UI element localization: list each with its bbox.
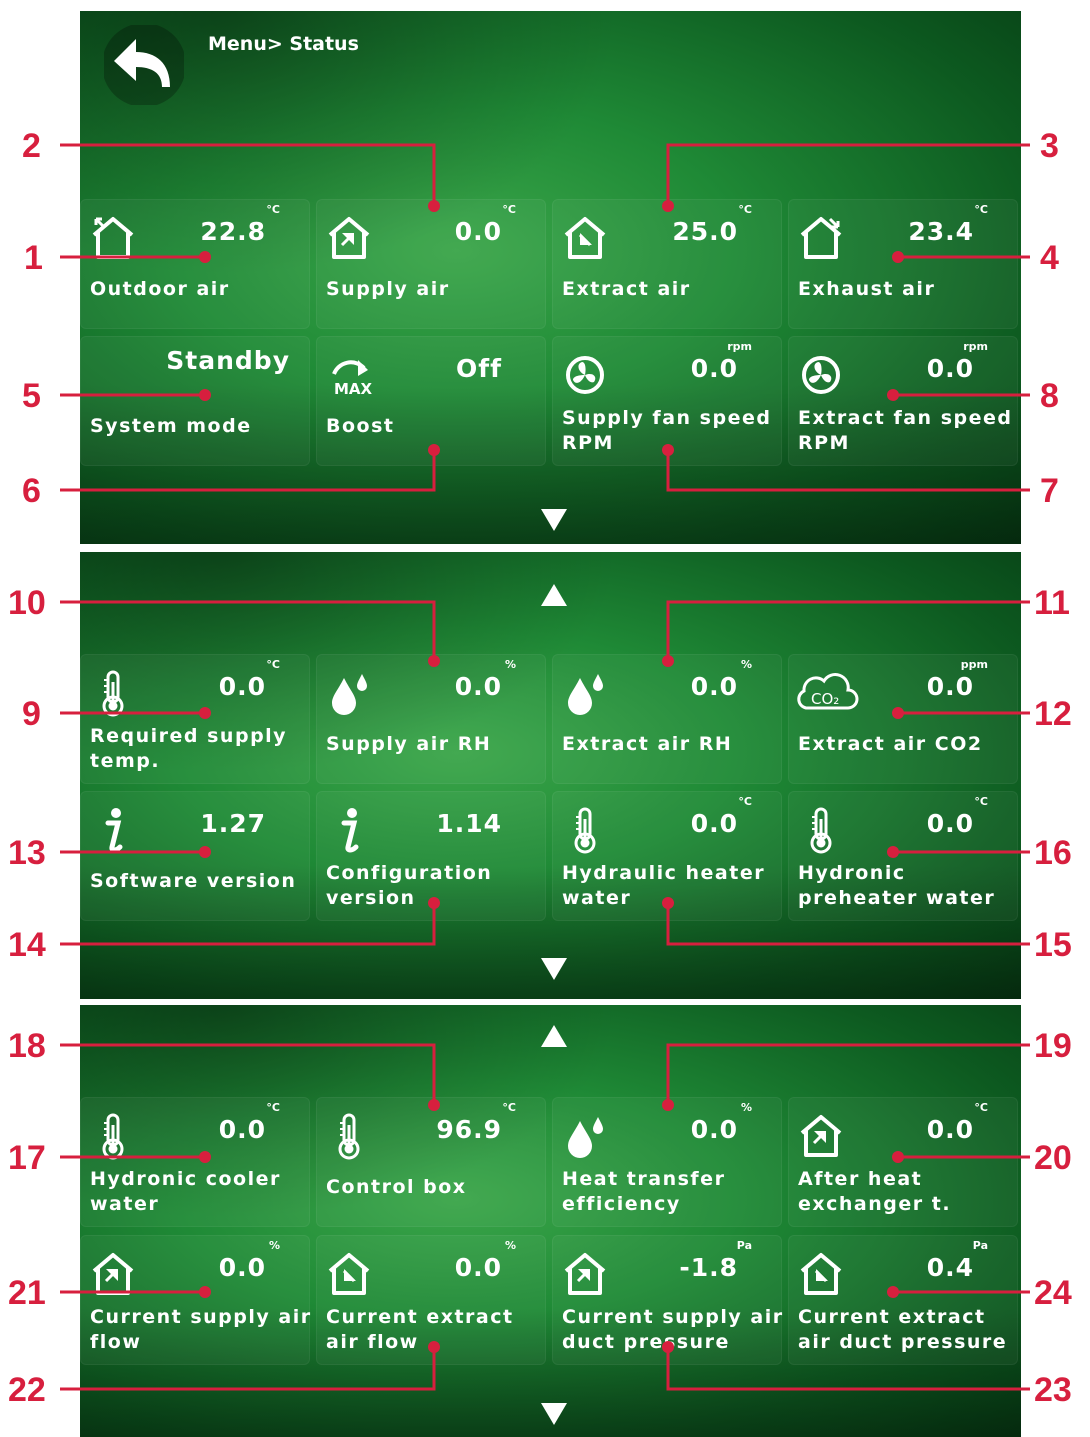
callout-line-2 [60, 143, 436, 206]
callout-line-23 [666, 1347, 1030, 1391]
callout-line-11 [666, 600, 1030, 661]
callout-line-15 [666, 903, 1030, 946]
callout-line-18 [60, 1043, 436, 1105]
callout-line-3 [666, 143, 1030, 206]
callout-lines [60, 143, 1030, 1391]
callout-line-10 [60, 600, 436, 661]
callout-line-14 [60, 903, 436, 946]
callout-line-19 [666, 1043, 1030, 1105]
callout-line-7 [666, 450, 1030, 492]
callout-line-22 [60, 1347, 436, 1391]
callout-line-6 [60, 450, 436, 492]
